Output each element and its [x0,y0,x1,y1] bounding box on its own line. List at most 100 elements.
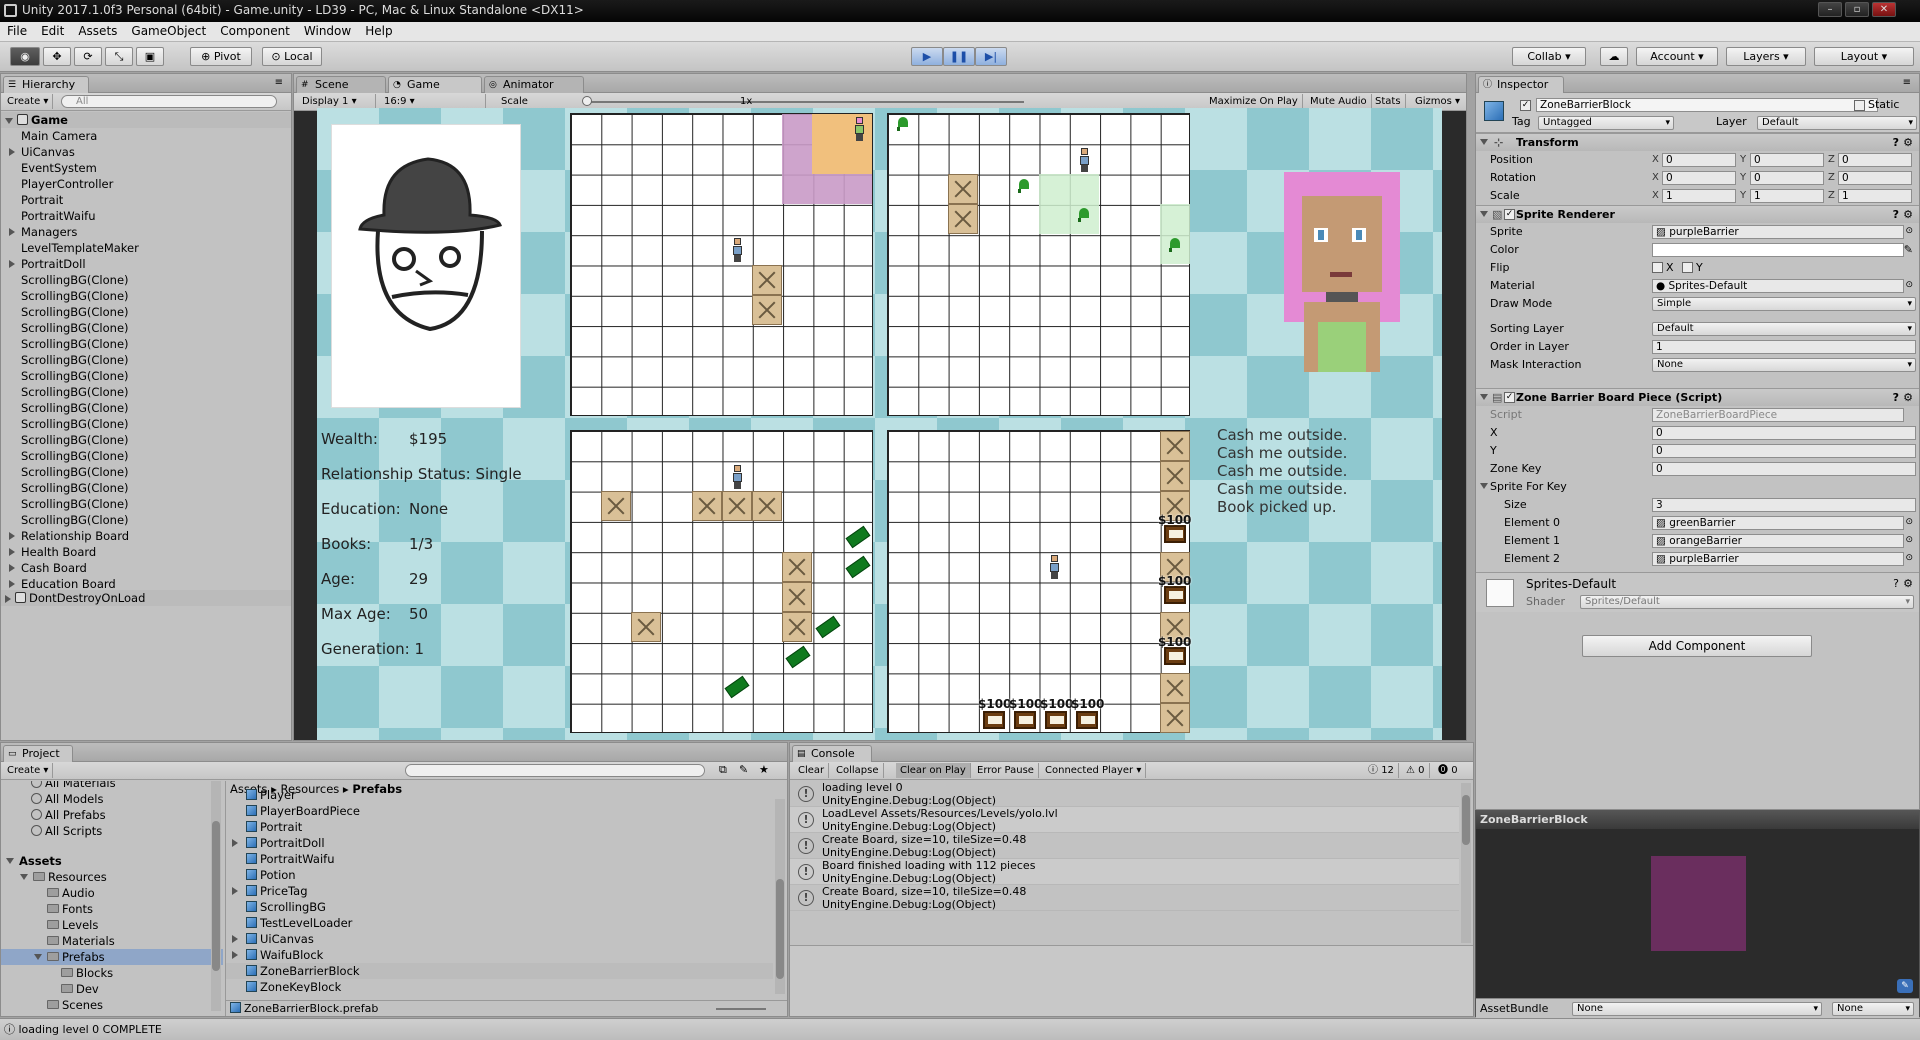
object-picker-icon[interactable]: ⊙ [1905,277,1913,294]
transform-z-field[interactable]: 0 [1838,171,1912,185]
prefab-list-item[interactable]: TestLevelLoader [226,915,773,931]
mask-dropdown[interactable]: None [1652,358,1916,372]
assetbundle-variant-dropdown[interactable]: None [1832,1002,1914,1016]
hierarchy-item[interactable]: ScrollingBG(Clone) [1,336,291,352]
project-search-input[interactable] [405,764,705,777]
favorite-item[interactable]: All Scripts [1,823,223,839]
expand-arrow-icon[interactable] [5,117,13,124]
collapse-arrow-icon[interactable] [1480,394,1488,400]
console-log-entry[interactable]: ! Create Board, size=10, tileSize=0.48 Uni… [790,833,1459,859]
favorite-item[interactable]: All Models [1,791,223,807]
tab-animator[interactable]: ◎ Animator [484,76,584,93]
relationship-board[interactable] [570,113,873,416]
prefab-list-item[interactable]: Portrait [226,819,773,835]
hierarchy-item[interactable]: PortraitDoll [1,256,291,272]
hierarchy-item[interactable]: ScrollingBG(Clone) [1,368,291,384]
hierarchy-item[interactable]: ScrollingBG(Clone) [1,464,291,480]
menu-help[interactable]: Help [358,22,399,41]
hierarchy-item[interactable]: PlayerController [1,176,291,192]
menu-gameobject[interactable]: GameObject [124,22,213,41]
scale-tool-button[interactable]: ⤡ [105,47,133,66]
tab-game[interactable]: ◔ Game [388,76,482,93]
console-log-entry[interactable]: ! loading level 0 UnityEngine.Debug:Log(Ob… [790,781,1459,807]
hierarchy-item[interactable]: ScrollingBG(Clone) [1,416,291,432]
menu-edit[interactable]: Edit [34,22,71,41]
panel-menu-icon[interactable]: ≡ [275,77,283,88]
console-scrollbar-thumb[interactable] [1462,795,1470,845]
eyedropper-icon[interactable]: ✎ [1904,241,1913,258]
transform-x-field[interactable]: 0 [1662,153,1736,167]
sprite-field[interactable]: ▨ purpleBarrier [1652,225,1904,239]
expand-arrow-icon[interactable] [9,260,15,268]
local-toggle[interactable]: ⊙ Local [262,47,322,66]
tab-hierarchy[interactable]: ☰ Hierarchy [3,76,89,93]
project-create-button[interactable]: Create ▾ [3,763,54,778]
prefab-list-item[interactable]: ZoneBarrierBlock [226,963,773,979]
size-field[interactable]: 3 [1652,498,1916,512]
connected-player-dropdown[interactable]: Connected Player ▾ [1041,763,1147,778]
hierarchy-item[interactable]: Main Camera [1,128,291,144]
folder-tree-item[interactable]: Levels [1,917,223,933]
sprite-element-field[interactable]: ▨ purpleBarrier [1652,552,1904,566]
sortinglayer-dropdown[interactable]: Default [1652,322,1916,336]
stats-toggle[interactable]: Stats [1371,94,1406,109]
hierarchy-create-button[interactable]: Create ▾ [3,94,54,109]
rotate-tool-button[interactable]: ⟳ [74,47,102,66]
tab-project[interactable]: ▭ Project [3,745,73,762]
hierarchy-item[interactable]: ScrollingBG(Clone) [1,320,291,336]
folder-tree-item[interactable]: Prefabs [1,949,223,965]
rect-tool-button[interactable]: ▣ [136,47,164,66]
gizmos-dropdown[interactable]: Gizmos ▾ [1411,94,1464,109]
expand-arrow-icon[interactable] [5,594,11,603]
hierarchy-item[interactable]: ScrollingBG(Clone) [1,288,291,304]
filter-type-icon[interactable]: ⧉ [719,763,727,777]
console-detail-area[interactable] [790,945,1473,1016]
education-board[interactable]: $100 $100 $100 $100 $100 $100 $100 [887,430,1191,733]
transform-x-field[interactable]: 1 [1662,189,1736,203]
hierarchy-item[interactable]: ScrollingBG(Clone) [1,496,291,512]
sprite-for-key-row[interactable]: Sprite For Key [1476,478,1919,495]
help-icon[interactable]: ? [1893,577,1899,590]
add-component-button[interactable]: Add Component [1582,635,1812,657]
game-canvas[interactable]: Wealth: $195 Relationship Status: Single … [317,108,1442,740]
folder-tree-item[interactable]: Resources [1,869,223,885]
step-button[interactable]: ▶| [975,47,1007,66]
menu-component[interactable]: Component [213,22,297,41]
sprite-element-field[interactable]: ▨ greenBarrier [1652,516,1904,530]
prefab-list-item[interactable]: UiCanvas [226,931,773,947]
console-log-entry[interactable]: ! LoadLevel Assets/Resources/Levels/yolo.… [790,807,1459,833]
prefab-list-item[interactable]: PortraitWaifu [226,851,773,867]
transform-x-field[interactable]: 0 [1662,171,1736,185]
expand-arrow-icon[interactable] [232,887,238,895]
favorite-item[interactable]: All Materials [1,781,223,791]
close-button[interactable]: ✕ [1872,2,1896,17]
object-picker-icon[interactable]: ⊙ [1905,550,1913,567]
expand-arrow-icon[interactable] [9,564,15,572]
hierarchy-item[interactable]: UiCanvas [1,144,291,160]
aspect-dropdown[interactable]: 16:9 ▾ [380,94,486,109]
console-collapse-toggle[interactable]: Collapse [832,763,884,778]
hierarchy-item[interactable]: ScrollingBG(Clone) [1,352,291,368]
order-field[interactable]: 1 [1652,340,1916,354]
object-picker-icon[interactable]: ⊙ [1905,514,1913,531]
expand-arrow-icon[interactable] [34,954,42,960]
help-icon[interactable]: ? [1893,134,1899,151]
object-picker-icon[interactable]: ⊙ [1905,223,1913,240]
transform-y-field[interactable]: 0 [1750,153,1824,167]
prefab-list-item[interactable]: PlayerBoardPiece [226,803,773,819]
hierarchy-item[interactable]: ScrollingBG(Clone) [1,400,291,416]
settings-gear-icon[interactable]: ⚙ [1903,577,1913,590]
move-tool-button[interactable]: ✥ [43,47,71,66]
tag-dropdown[interactable]: Untagged [1538,116,1674,130]
cash-board[interactable] [570,430,873,733]
menu-assets[interactable]: Assets [71,22,124,41]
folder-tree-item[interactable]: Scenes [1,997,223,1013]
play-button[interactable]: ▶ [911,47,943,66]
transform-y-field[interactable]: 1 [1750,189,1824,203]
settings-gear-icon[interactable]: ⚙ [1903,134,1913,151]
folder-tree-item[interactable]: Fonts [1,901,223,917]
pause-button[interactable]: ❚❚ [943,47,975,66]
menu-window[interactable]: Window [297,22,358,41]
favorite-item[interactable]: All Prefabs [1,807,223,823]
flip-x-checkbox[interactable] [1652,262,1663,273]
